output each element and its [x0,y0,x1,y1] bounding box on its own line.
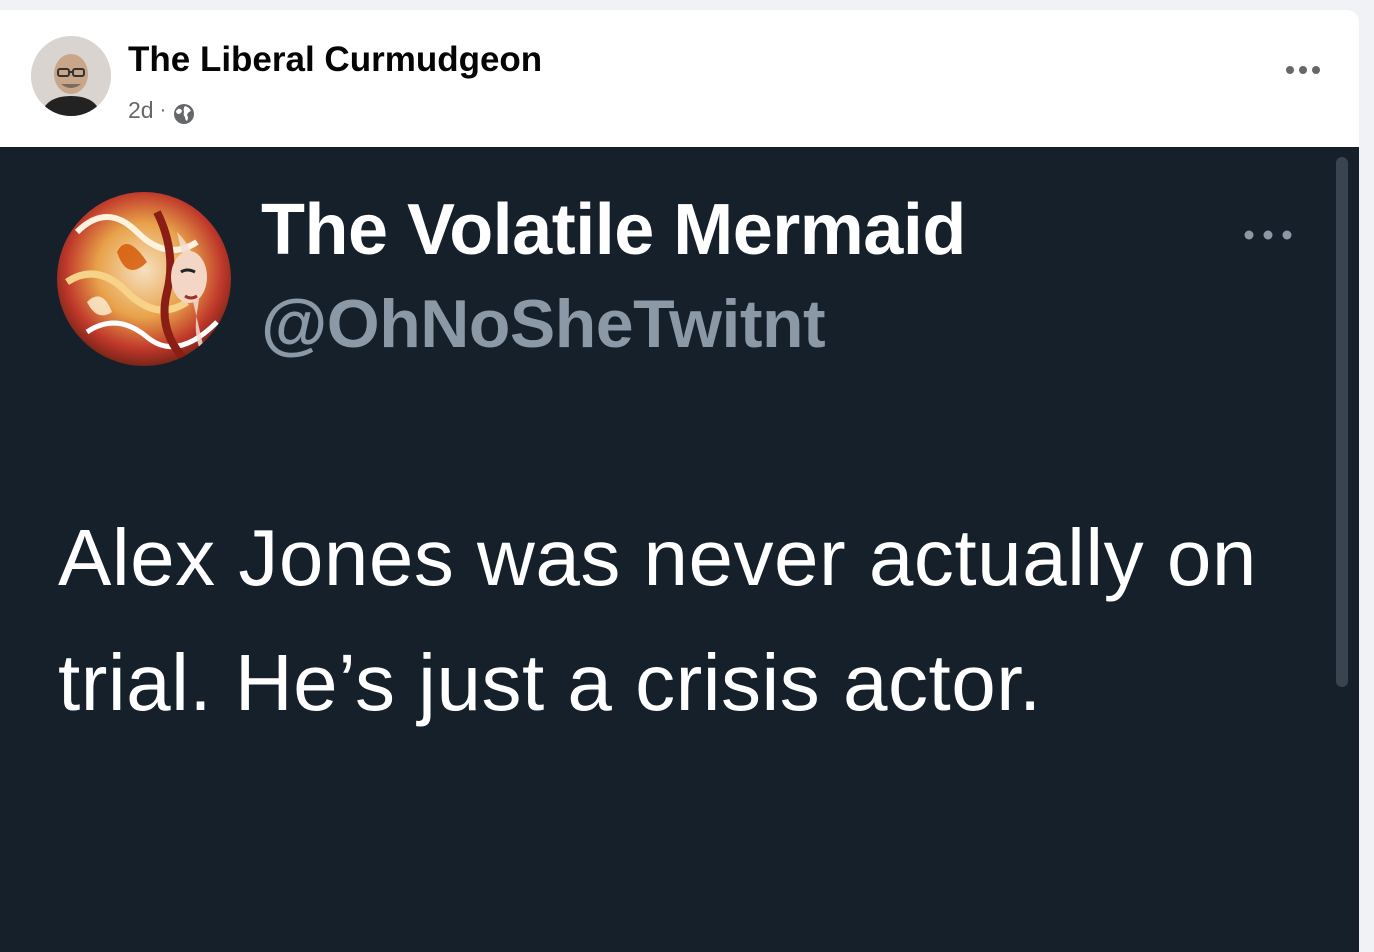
author-avatar[interactable] [31,36,111,116]
tweet-screenshot-image[interactable]: The Volatile Mermaid @OhNoSheTwitnt Alex… [0,147,1359,952]
tweet-more-icon [1240,225,1300,245]
tweet-handle: @OhNoSheTwitnt [261,286,826,362]
more-horizontal-icon [1286,66,1320,74]
author-avatar-image [31,36,111,116]
tweet-display-name: The Volatile Mermaid [261,190,966,270]
meta-separator: · [159,98,167,121]
media-scrollbar[interactable] [1336,157,1348,687]
post-time-link[interactable]: 2d [128,97,154,124]
tweet-avatar-image [57,192,231,366]
tweet-body-text: Alex Jones was never actually on trial. … [58,513,1257,727]
author-name-link[interactable]: The Liberal Curmudgeon [128,40,542,80]
globe-icon[interactable] [172,102,196,126]
post-meta: 2d · [128,94,196,126]
post-options-button[interactable] [1283,58,1323,82]
tweet-avatar [57,192,231,366]
facebook-post-card: The Liberal Curmudgeon 2d · The Volatile… [0,10,1359,952]
post-header: The Liberal Curmudgeon 2d · [0,10,1359,147]
